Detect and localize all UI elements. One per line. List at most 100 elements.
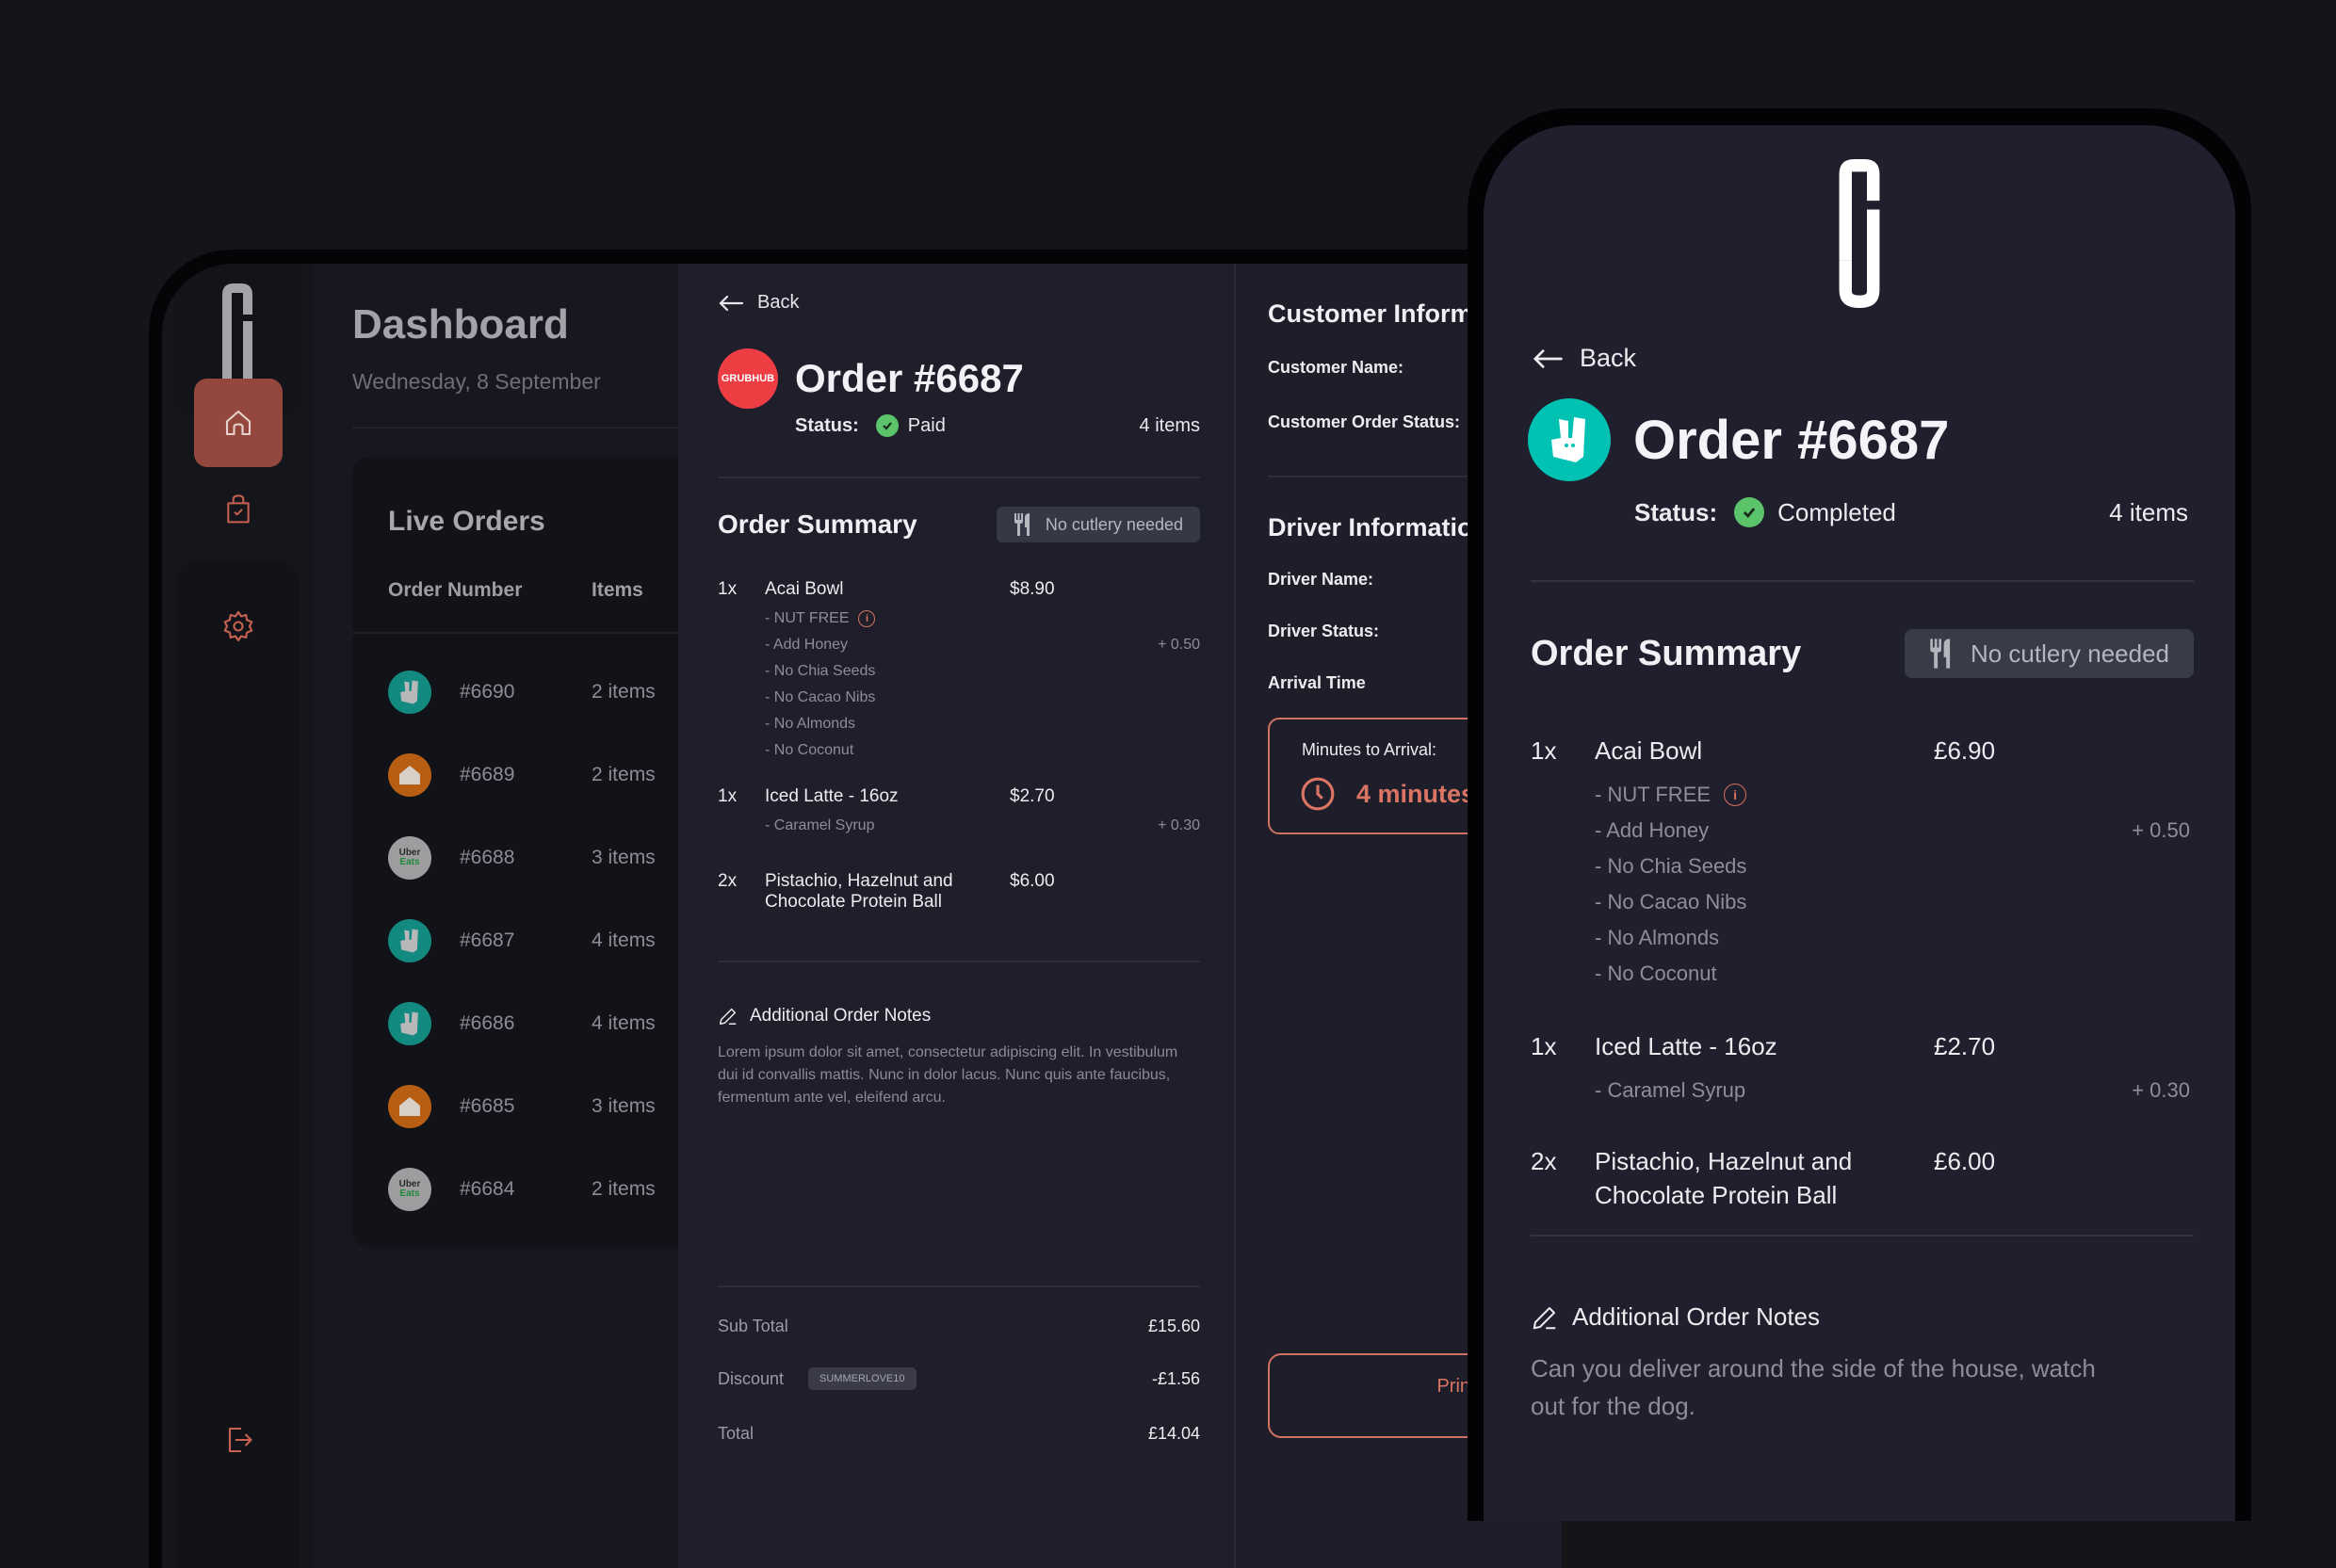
order-items-count: 3 items <box>592 847 656 868</box>
status-label: Status: <box>795 414 859 436</box>
gear-icon <box>223 610 253 642</box>
item-modifier: - No Chia Seeds <box>765 658 1200 685</box>
modifier-price: + 0.30 <box>1158 817 1200 833</box>
item-name: Pistachio, Hazelnut and Chocolate Protei… <box>1595 1147 1853 1209</box>
item-quantity: 2x <box>718 871 738 891</box>
live-order-row[interactable]: Uber Eats #6684 2 items <box>388 1161 678 1218</box>
modifier-label: - No Cacao Nibs <box>1595 890 1747 913</box>
item-price: $6.00 <box>1010 871 1055 891</box>
item-price: £6.00 <box>1934 1147 1996 1175</box>
live-order-row[interactable]: #6690 2 items <box>388 664 678 720</box>
order-number: #6688 <box>460 847 515 868</box>
order-line-item: 2x Pistachio, Hazelnut and Chocolate Prot… <box>1531 1144 2190 1221</box>
modifier-label: - No Coconut <box>765 742 854 758</box>
item-price: £6.90 <box>1934 736 1996 765</box>
deliveroo-kangaroo-icon <box>400 929 418 953</box>
divider <box>352 427 678 428</box>
modifier-price: + 0.50 <box>1158 637 1200 653</box>
live-order-row[interactable]: #6686 4 items <box>388 995 678 1052</box>
item-price: $2.70 <box>1010 786 1055 806</box>
clock-icon <box>1301 777 1335 811</box>
back-button[interactable]: Back <box>718 292 799 314</box>
order-number: #6689 <box>460 764 515 785</box>
justeat-logo <box>388 1085 431 1128</box>
item-main-row: 1x Iced Latte - 16oz £2.70 <box>1531 1029 2190 1063</box>
order-line-item: 1x Acai Bowl £6.90 - NUT FREE i - Add Honey + … <box>1531 734 2190 992</box>
back-label: Back <box>757 292 800 313</box>
divider <box>1531 1235 2194 1237</box>
column-header-items[interactable]: Items <box>592 579 643 602</box>
order-items-count: 2 items <box>592 681 656 703</box>
item-modifier: - No Cacao Nibs <box>765 685 1200 711</box>
notes-title: Additional Order Notes <box>1572 1302 1821 1331</box>
modifier-label: - Caramel Syrup <box>765 817 875 833</box>
info-icon[interactable]: i <box>1724 784 1747 806</box>
order-line-item: 1x Acai Bowl $8.90 - NUT FREE i - Add Honey + … <box>718 579 1200 764</box>
live-order-row[interactable]: #6689 2 items <box>388 747 678 803</box>
phone-order-title: Order #6687 <box>1633 409 1950 471</box>
item-modifier: - No Chia Seeds <box>1595 849 2190 884</box>
order-number: #6686 <box>460 1012 515 1034</box>
modifier-label: - Add Honey <box>1595 818 1710 842</box>
item-main-row: 1x Iced Latte - 16oz $2.70 <box>718 786 1200 807</box>
deliveroo-kangaroo-icon <box>400 1011 418 1036</box>
no-cutlery-badge: No cutlery needed <box>996 507 1200 542</box>
items-count: 4 items <box>2109 497 2188 526</box>
total-label: Total <box>718 1424 754 1443</box>
item-modifier: - No Almonds <box>1595 920 2190 956</box>
item-name: Acai Bowl <box>765 579 844 599</box>
live-order-row[interactable]: Uber Eats #6688 3 items <box>388 830 678 886</box>
sidebar-item-settings[interactable] <box>194 582 283 671</box>
modifier-label: - NUT FREE <box>765 610 850 626</box>
order-summary-title: Order Summary <box>718 509 917 539</box>
live-order-row[interactable]: #6685 3 items <box>388 1078 678 1135</box>
subtotal-value: £15.60 <box>1147 1317 1200 1335</box>
modifier-label: - No Cacao Nibs <box>765 689 876 705</box>
minutes-to-arrival: 4 minutes <box>1300 776 1475 812</box>
order-items-count: 3 items <box>592 1095 656 1117</box>
phone-back-button[interactable]: Back <box>1531 344 1636 373</box>
status-badge: Completed <box>1777 497 1896 526</box>
minutes-to-arrival-label: Minutes to Arrival: <box>1302 740 1437 759</box>
divider <box>718 961 1200 962</box>
sidebar-item-logout[interactable] <box>194 1396 283 1484</box>
modifier-label: - Caramel Syrup <box>1595 1078 1746 1102</box>
no-cutlery-badge: No cutlery needed <box>1904 629 2194 678</box>
item-modifier: - Caramel Syrup + 0.30 <box>1595 1073 2190 1108</box>
sidebar-item-home[interactable] <box>194 379 283 467</box>
arrow-left-icon <box>1533 348 1563 368</box>
item-quantity: 1x <box>718 579 738 599</box>
back-label: Back <box>1580 344 1637 372</box>
order-line-item: 1x Iced Latte - 16oz $2.70 - Caramel Syrup +… <box>718 786 1200 839</box>
page-title: Dashboard <box>352 301 569 348</box>
pencil-icon <box>1533 1306 1556 1329</box>
info-icon[interactable]: i <box>858 610 876 627</box>
promo-code-badge: SUMMERLOVE10 <box>808 1367 917 1390</box>
order-items-count: 2 items <box>592 764 656 785</box>
driver-name-label: Driver Name: <box>1268 570 1374 589</box>
justeat-house-icon <box>399 766 420 784</box>
shopping-bag-check-icon <box>227 494 250 524</box>
divider <box>718 1285 1200 1287</box>
arrow-left-icon <box>719 295 744 311</box>
items-count: 4 items <box>1139 414 1200 436</box>
sidebar-item-orders[interactable] <box>194 465 283 554</box>
home-icon <box>225 410 251 436</box>
arrival-time-label: Arrival Time <box>1268 673 1366 692</box>
item-quantity: 1x <box>1531 1032 1557 1060</box>
live-order-row[interactable]: #6687 4 items <box>388 913 678 969</box>
grubhub-logo-text: GRUBHUB <box>721 373 775 384</box>
phone-device-frame: Back Order #6687 Status: Completed 4 ite… <box>1468 108 2251 1521</box>
order-title: Order #6687 <box>795 356 1024 400</box>
order-number: #6687 <box>460 929 515 951</box>
item-modifier: - NUT FREE i <box>765 606 1200 632</box>
ubereats-logo: Uber Eats <box>388 836 431 880</box>
phone-order-summary-header: Order Summary No cutlery needed <box>1531 629 2194 678</box>
deliveroo-logo <box>388 671 431 714</box>
item-modifier: - Add Honey + 0.50 <box>1595 813 2190 849</box>
deliveroo-kangaroo-icon <box>1551 417 1585 462</box>
phone-screen: Back Order #6687 Status: Completed 4 ite… <box>1484 125 2235 1521</box>
modifier-label: - No Almonds <box>765 716 856 732</box>
live-orders-card: Live Orders Order Number Items #6690 2 it… <box>352 457 678 1248</box>
column-header-order-number[interactable]: Order Number <box>388 579 522 602</box>
